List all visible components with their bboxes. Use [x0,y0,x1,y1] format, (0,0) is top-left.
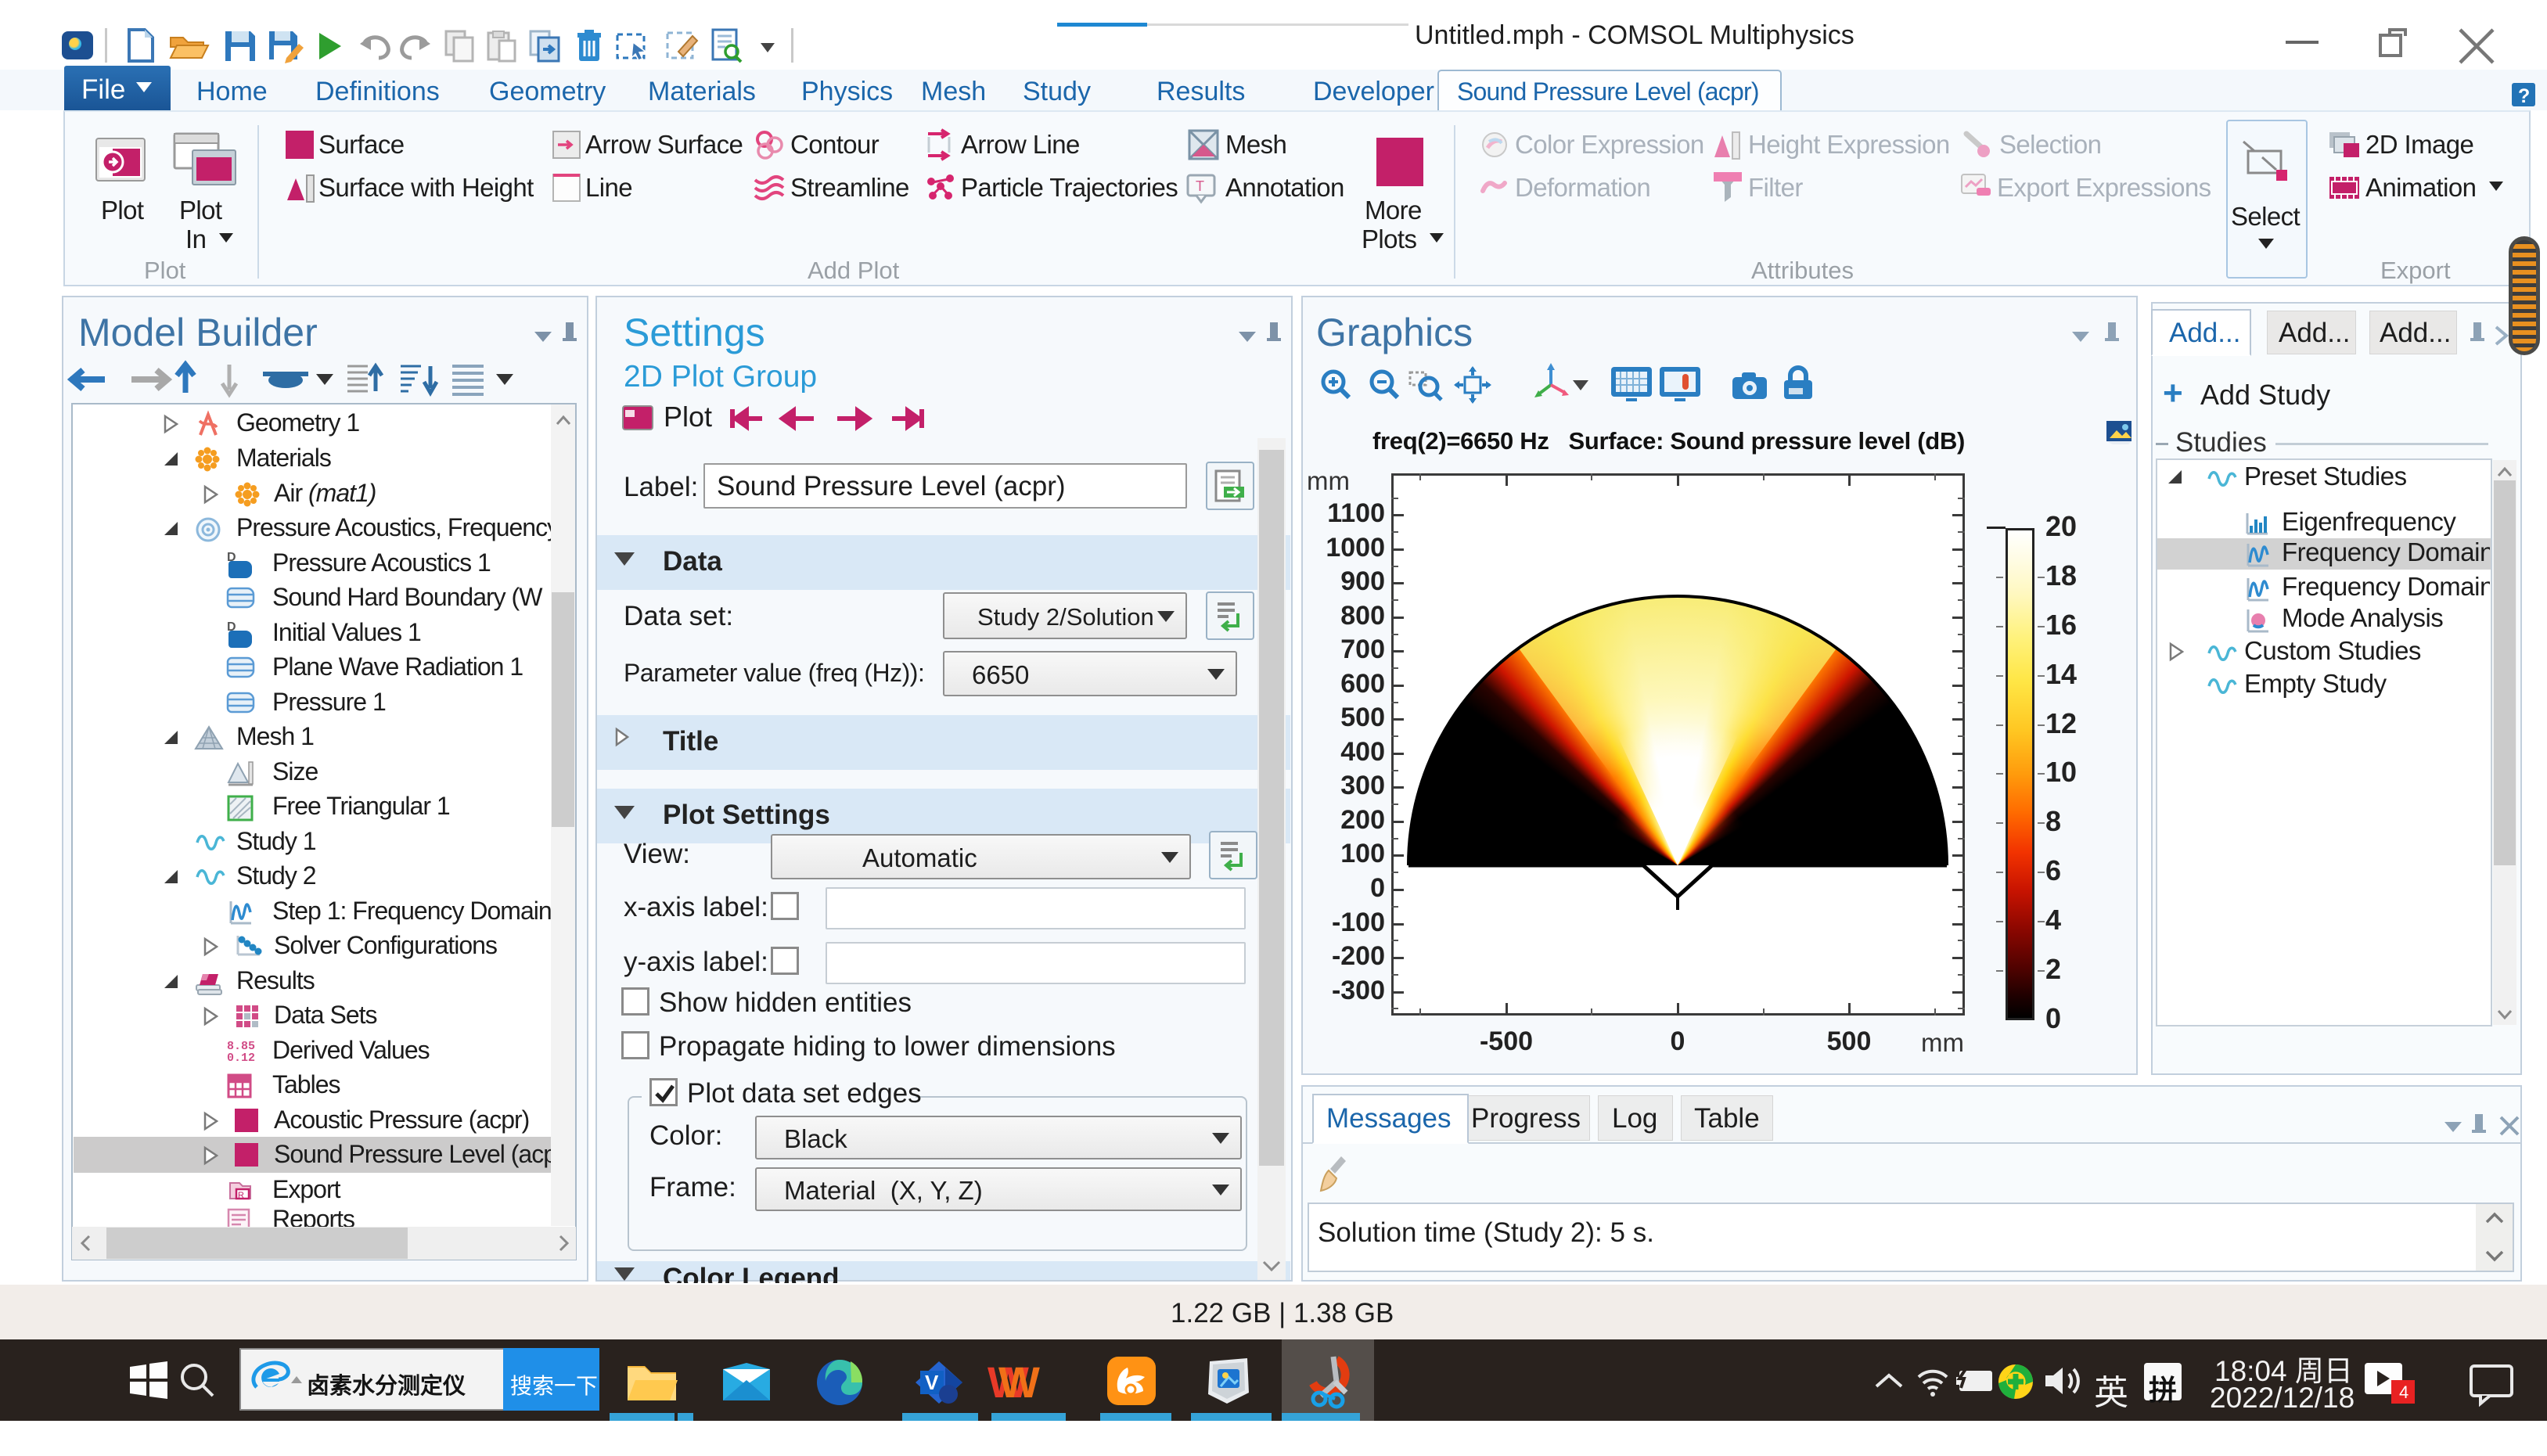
svg-text:V: V [925,1371,939,1394]
svg-text:W: W [998,1357,1040,1407]
svg-text:4: 4 [2399,1382,2408,1402]
svg-text:R: R [238,1191,244,1200]
svg-text:T: T [1196,178,1204,194]
svg-text:0.12: 0.12 [227,1052,255,1065]
